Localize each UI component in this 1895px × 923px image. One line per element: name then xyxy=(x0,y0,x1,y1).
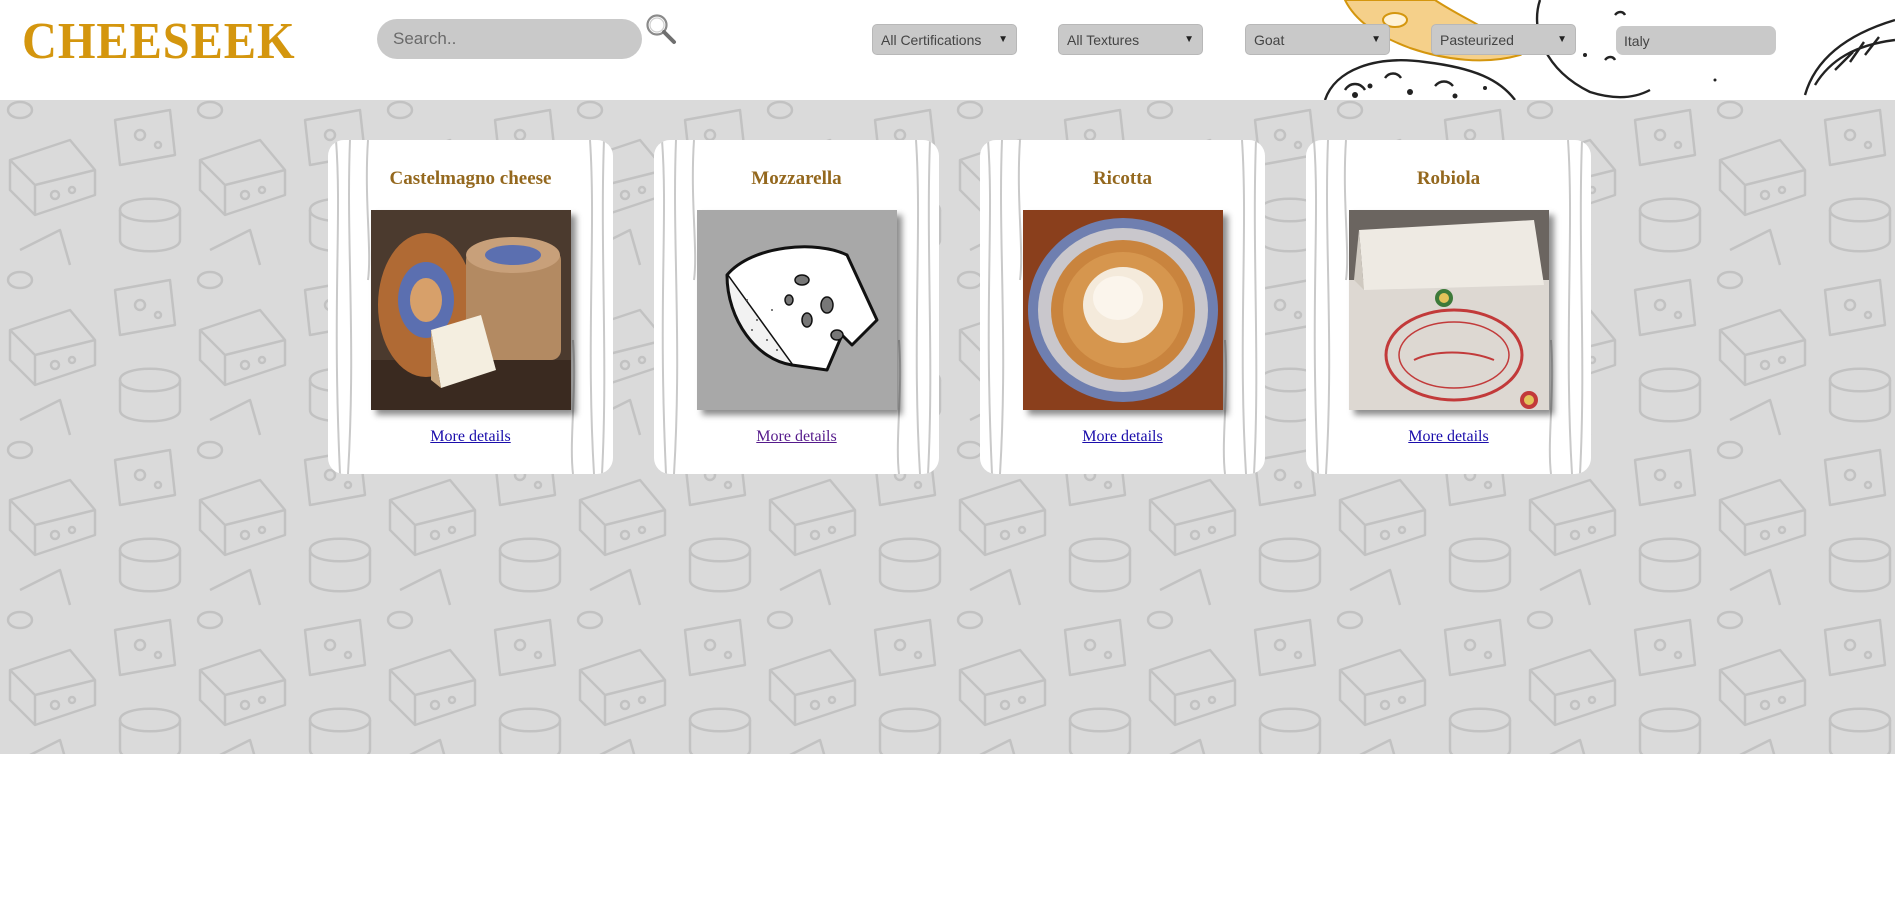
site-header: CHEESEEK All xyxy=(0,0,1895,100)
cheese-pattern-background xyxy=(0,100,1895,754)
cheese-card-image[interactable] xyxy=(697,210,897,410)
chevron-down-icon: ▼ xyxy=(1371,34,1381,45)
header-cheese-illustration xyxy=(1323,0,1895,100)
results-area: Castelmagno cheese More details Mozzarel… xyxy=(0,100,1895,754)
certification-select-value: All Certifications xyxy=(881,31,982,48)
cheese-card-title: Robiola xyxy=(1416,168,1481,189)
search-icon xyxy=(646,14,676,44)
chevron-down-icon: ▼ xyxy=(998,34,1008,45)
treatment-select-value: Pasteurized xyxy=(1440,31,1514,48)
country-input[interactable] xyxy=(1616,26,1776,55)
more-details-link[interactable]: More details xyxy=(654,428,939,446)
cheese-card-title: Ricotta xyxy=(1092,168,1153,189)
cheese-card: Ricotta More details xyxy=(980,140,1265,474)
treatment-select[interactable]: Pasteurized ▼ xyxy=(1431,24,1576,55)
cheese-card: Castelmagno cheese More details xyxy=(328,140,613,474)
cheese-card-image[interactable] xyxy=(371,210,571,410)
cheese-card-image[interactable] xyxy=(1349,210,1549,410)
cheese-card-image[interactable] xyxy=(1023,210,1223,410)
milk-select-value: Goat xyxy=(1254,31,1285,48)
cheese-card-title: Castelmagno cheese xyxy=(389,168,552,189)
chevron-down-icon: ▼ xyxy=(1184,34,1194,45)
more-details-link[interactable]: More details xyxy=(1306,428,1591,446)
chevron-down-icon: ▼ xyxy=(1557,34,1567,45)
cheese-card: Mozzarella More details xyxy=(654,140,939,474)
cheese-card: Robiola More details xyxy=(1306,140,1591,474)
search-input[interactable] xyxy=(377,19,642,59)
milk-select[interactable]: Goat ▼ xyxy=(1245,24,1390,55)
texture-select-value: All Textures xyxy=(1067,31,1140,48)
search-button[interactable] xyxy=(644,12,678,46)
more-details-link[interactable]: More details xyxy=(980,428,1265,446)
more-details-link[interactable]: More details xyxy=(328,428,613,446)
certification-select[interactable]: All Certifications ▼ xyxy=(872,24,1017,55)
cheese-card-title: Mozzarella xyxy=(751,168,842,189)
texture-select[interactable]: All Textures ▼ xyxy=(1058,24,1203,55)
site-logo[interactable]: CHEESEEK xyxy=(22,12,296,71)
